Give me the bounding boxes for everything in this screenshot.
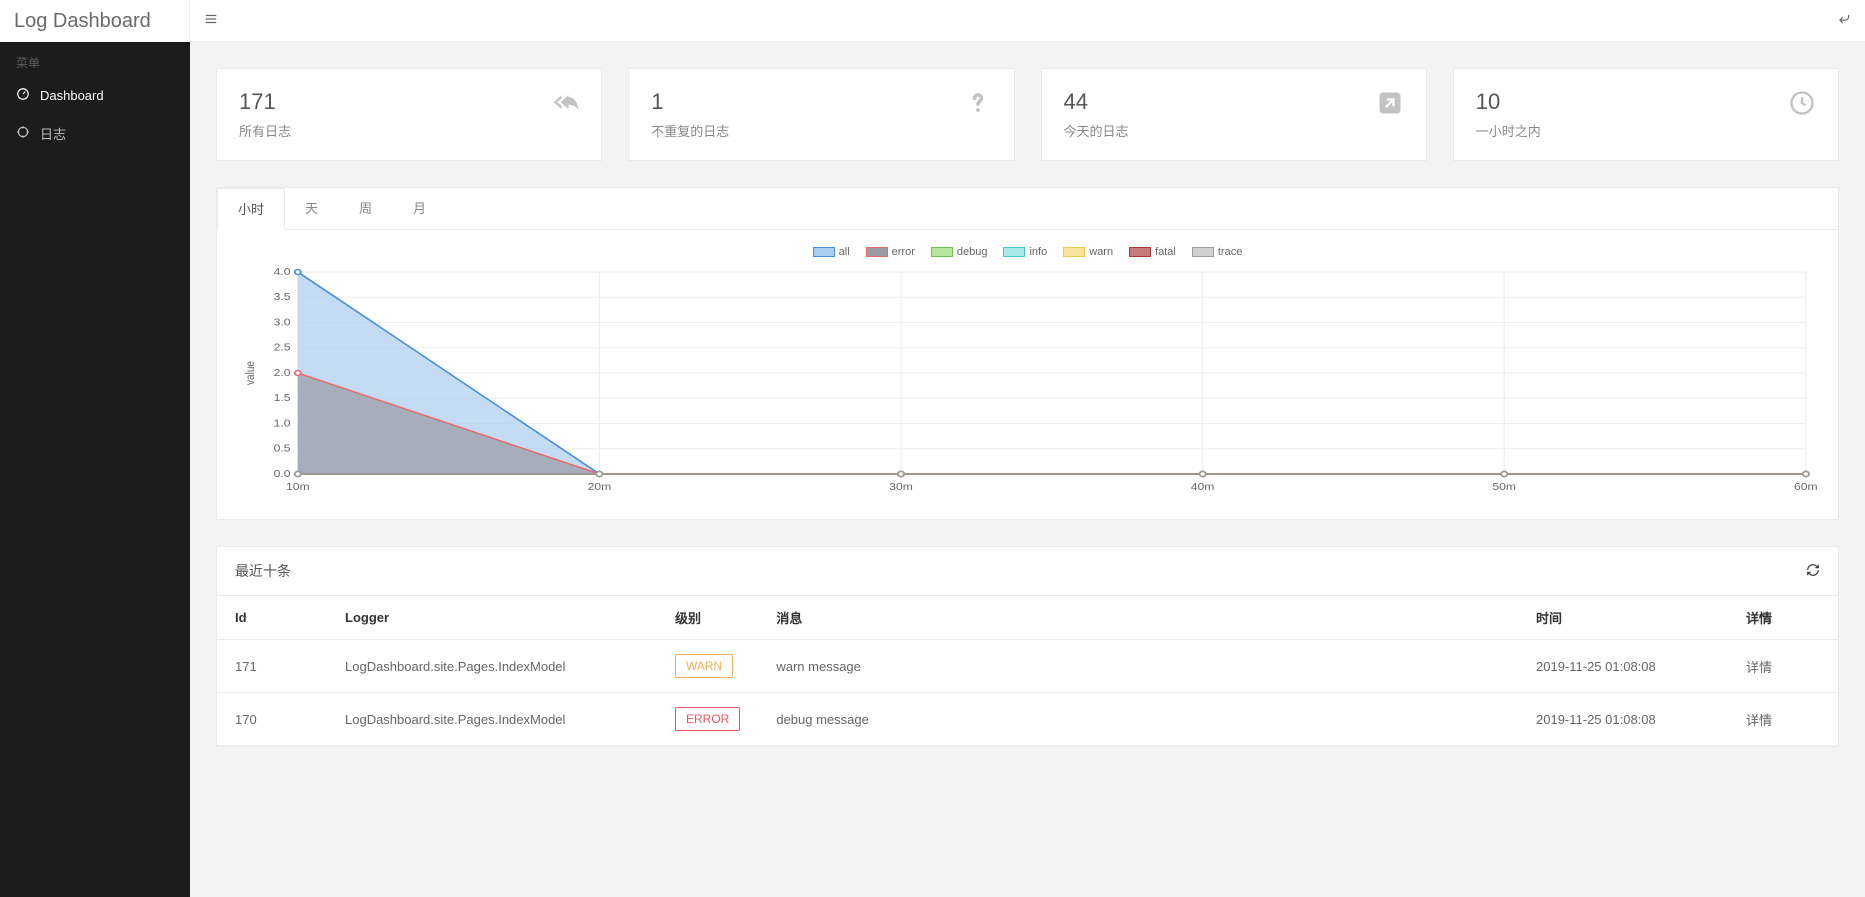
legend-all[interactable]: all <box>813 246 850 258</box>
detail-link[interactable]: 详情 <box>1746 713 1772 728</box>
reply-all-icon <box>551 89 579 117</box>
card-label: 今天的日志 <box>1064 121 1129 140</box>
brand-title: Log Dashboard <box>0 0 190 42</box>
svg-text:3.5: 3.5 <box>274 292 291 303</box>
legend-swatch <box>931 247 953 257</box>
legend-label: error <box>892 246 915 258</box>
hamburger-icon[interactable] <box>204 12 218 29</box>
svg-text:50m: 50m <box>1492 482 1516 493</box>
recent-table: Id Logger 级别 消息 时间 详情 171 LogDashboard.s… <box>217 596 1838 746</box>
chart-panel: 小时天周月 all error debug info warn fatal trace 0.… <box>216 187 1839 520</box>
col-logger: Logger <box>327 596 657 640</box>
legend-label: info <box>1029 246 1047 258</box>
legend-swatch <box>813 247 835 257</box>
card-label: 所有日志 <box>239 121 291 140</box>
level-badge: WARN <box>675 654 733 678</box>
tab-3[interactable]: 月 <box>393 188 447 229</box>
legend-label: warn <box>1089 246 1113 258</box>
legend-swatch <box>1129 247 1151 257</box>
refresh-icon[interactable] <box>1806 563 1820 580</box>
level-badge: ERROR <box>675 707 740 731</box>
legend-warn[interactable]: warn <box>1063 246 1113 258</box>
svg-text:10m: 10m <box>286 482 310 493</box>
arrow-out-icon <box>1376 89 1404 117</box>
stat-card-2: 44 今天的日志 <box>1041 68 1427 161</box>
tab-2[interactable]: 周 <box>339 188 393 229</box>
card-value: 44 <box>1064 89 1129 115</box>
sidebar-section-label: 菜单 <box>0 42 190 77</box>
detail-link[interactable]: 详情 <box>1746 660 1772 675</box>
svg-text:2.5: 2.5 <box>274 343 291 354</box>
cell-time: 2019-11-25 01:08:08 <box>1518 693 1728 746</box>
table-row: 170 LogDashboard.site.Pages.IndexModel E… <box>217 693 1838 746</box>
recent-panel: 最近十条 Id Logger 级别 消息 时间 详情 171 Log <box>216 546 1839 747</box>
card-value: 171 <box>239 89 291 115</box>
svg-text:0.5: 0.5 <box>274 444 291 455</box>
cell-message: debug message <box>758 693 1518 746</box>
legend-swatch <box>1192 247 1214 257</box>
cell-message: warn message <box>758 640 1518 693</box>
sidebar-item-1[interactable]: 日志 <box>0 114 190 153</box>
cell-time: 2019-11-25 01:08:08 <box>1518 640 1728 693</box>
legend-error[interactable]: error <box>866 246 915 258</box>
cell-id: 171 <box>217 640 327 693</box>
legend-label: debug <box>957 246 988 258</box>
col-level: 级别 <box>657 596 758 640</box>
legend-label: all <box>839 246 850 258</box>
topbar <box>190 0 1865 42</box>
stat-card-1: 1 不重复的日志 <box>628 68 1014 161</box>
cell-logger: LogDashboard.site.Pages.IndexModel <box>327 693 657 746</box>
stat-card-0: 171 所有日志 <box>216 68 602 161</box>
svg-text:value: value <box>244 361 257 385</box>
back-arrow-icon[interactable] <box>1837 12 1851 29</box>
legend-label: trace <box>1218 246 1242 258</box>
chart-area: 0.0 0.5 1.0 1.5 2.0 2.5 3.0 3.5 4.0 value 10m 20m 30… <box>237 266 1818 496</box>
legend-info[interactable]: info <box>1003 246 1047 258</box>
legend-swatch <box>1003 247 1025 257</box>
col-time: 时间 <box>1518 596 1728 640</box>
legend-swatch <box>1063 247 1085 257</box>
svg-text:20m: 20m <box>588 482 612 493</box>
question-icon <box>964 89 992 117</box>
card-label: 不重复的日志 <box>651 121 729 140</box>
legend-fatal[interactable]: fatal <box>1129 246 1176 258</box>
stat-card-3: 10 一小时之内 <box>1453 68 1839 161</box>
card-value: 10 <box>1476 89 1541 115</box>
svg-text:1.0: 1.0 <box>274 418 291 429</box>
col-id: Id <box>217 596 327 640</box>
legend-trace[interactable]: trace <box>1192 246 1242 258</box>
card-label: 一小时之内 <box>1476 121 1541 140</box>
svg-text:30m: 30m <box>889 482 913 493</box>
svg-text:1.5: 1.5 <box>274 393 291 404</box>
crosshair-icon <box>16 125 30 142</box>
svg-text:3.0: 3.0 <box>274 317 291 328</box>
legend-label: fatal <box>1155 246 1176 258</box>
tab-0[interactable]: 小时 <box>217 188 285 230</box>
col-message: 消息 <box>758 596 1518 640</box>
cell-level: ERROR <box>657 693 758 746</box>
col-detail: 详情 <box>1728 596 1838 640</box>
sidebar: Log Dashboard 菜单 Dashboard 日志 <box>0 0 190 897</box>
cell-level: WARN <box>657 640 758 693</box>
cell-id: 170 <box>217 693 327 746</box>
svg-text:0.0: 0.0 <box>274 469 291 480</box>
cell-logger: LogDashboard.site.Pages.IndexModel <box>327 640 657 693</box>
sidebar-item-label: 日志 <box>40 124 66 143</box>
tab-1[interactable]: 天 <box>285 188 339 229</box>
legend-swatch <box>866 247 888 257</box>
sidebar-item-0[interactable]: Dashboard <box>0 77 190 114</box>
svg-text:2.0: 2.0 <box>274 368 291 379</box>
clock-icon <box>1788 89 1816 117</box>
svg-text:60m: 60m <box>1794 482 1818 493</box>
sidebar-item-label: Dashboard <box>40 88 104 103</box>
legend-debug[interactable]: debug <box>931 246 988 258</box>
table-row: 171 LogDashboard.site.Pages.IndexModel W… <box>217 640 1838 693</box>
svg-text:40m: 40m <box>1191 482 1215 493</box>
svg-text:4.0: 4.0 <box>274 267 291 278</box>
gauge-icon <box>16 87 30 104</box>
recent-title: 最近十条 <box>235 561 291 581</box>
card-value: 1 <box>651 89 729 115</box>
